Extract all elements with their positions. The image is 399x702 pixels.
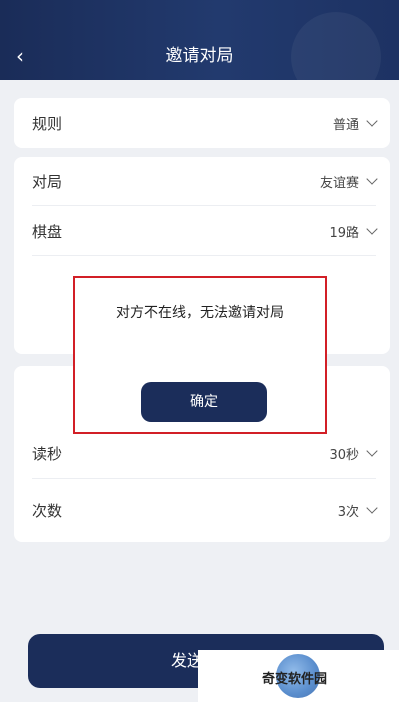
byoyomi-label: 读秒 (32, 444, 63, 463)
rules-select[interactable]: 普通 (332, 114, 378, 133)
board-size-row[interactable]: 棋盘 19路 (32, 219, 378, 243)
page-title: 邀请对局 (165, 46, 234, 66)
chevron-down-icon (366, 502, 378, 514)
rules-label: 规则 (32, 114, 63, 133)
game-type-select[interactable]: 友谊赛 (319, 172, 378, 191)
board-size-label: 棋盘 (32, 222, 63, 241)
chevron-down-icon (366, 173, 378, 185)
chevron-down-icon (366, 115, 378, 127)
periods-label: 次数 (32, 501, 63, 520)
offline-dialog: 对方不在线，无法邀请对局 确定 (73, 276, 327, 434)
game-type-value: 友谊赛 (319, 175, 359, 191)
periods-value: 3次 (337, 504, 359, 520)
periods-row[interactable]: 次数 3次 (32, 498, 378, 522)
divider (32, 478, 376, 479)
byoyomi-row[interactable]: 读秒 30秒 (32, 441, 378, 465)
byoyomi-select[interactable]: 30秒 (329, 444, 378, 463)
divider (32, 205, 376, 206)
top-bar: ‹ 邀请对局 (0, 0, 399, 80)
game-type-label: 对局 (32, 172, 63, 191)
game-type-row[interactable]: 对局 友谊赛 (32, 169, 378, 193)
divider (32, 255, 376, 256)
watermark-text: 奇变软件园 (262, 672, 328, 687)
confirm-button[interactable]: 确定 (141, 382, 267, 422)
board-size-value: 19路 (329, 225, 359, 241)
board-size-select[interactable]: 19路 (329, 222, 378, 241)
chevron-down-icon (366, 223, 378, 235)
rules-row[interactable]: 规则 普通 (32, 111, 378, 135)
periods-select[interactable]: 3次 (337, 501, 378, 520)
rules-card: 规则 普通 (14, 98, 390, 148)
dialog-message: 对方不在线，无法邀请对局 (116, 305, 284, 321)
byoyomi-value: 30秒 (329, 447, 359, 463)
chevron-down-icon (366, 445, 378, 457)
watermark: 奇变软件园 (198, 650, 399, 702)
rules-value: 普通 (332, 117, 359, 133)
